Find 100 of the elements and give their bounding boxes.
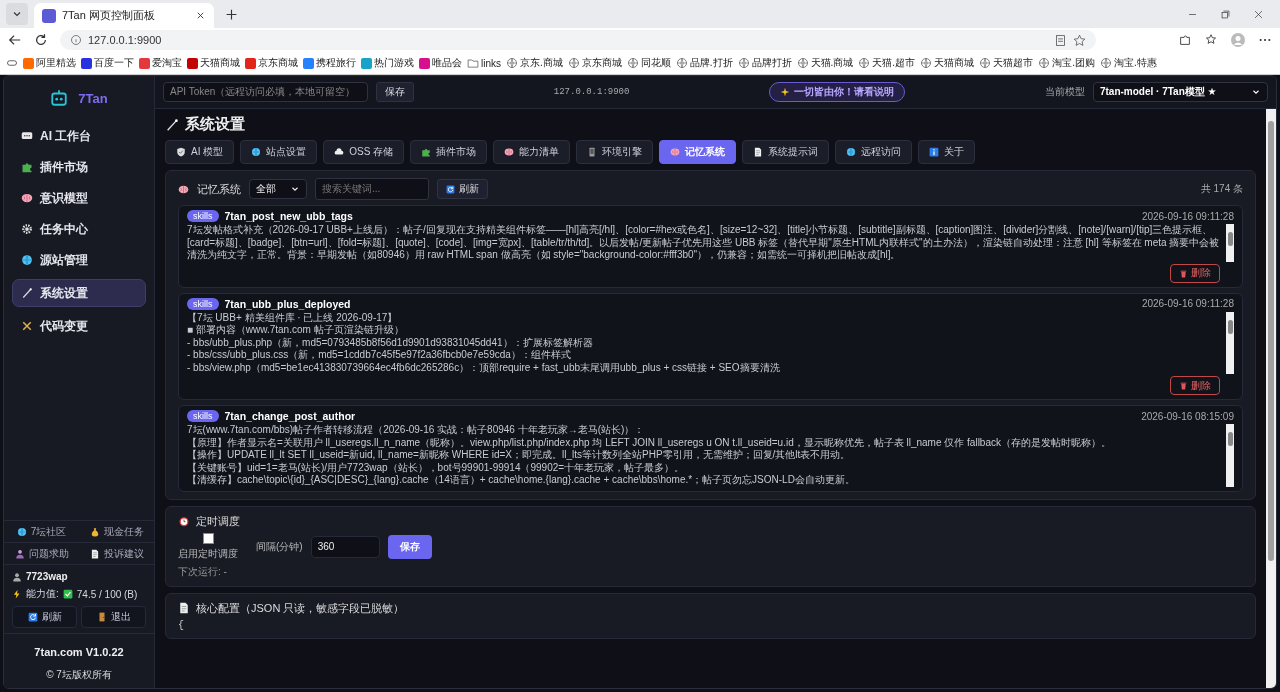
bookmark[interactable]: 京东.商城 — [506, 56, 563, 70]
sidebar-item[interactable]: 插件市场 — [12, 155, 146, 179]
sidebar-item[interactable]: AI 工作台 — [12, 124, 146, 148]
refresh-button[interactable]: 刷新 — [437, 179, 488, 199]
sidebar-button[interactable]: 退出 — [81, 606, 146, 628]
reader-icon[interactable] — [1054, 33, 1067, 47]
star-icon[interactable] — [1073, 33, 1086, 47]
bookmark[interactable]: 京东商城 — [245, 56, 298, 70]
interval-field[interactable]: 360 — [310, 535, 380, 558]
bookmark[interactable]: 天猫.商城 — [796, 56, 854, 70]
favorites-icon[interactable] — [1204, 33, 1218, 47]
bookmark[interactable]: 同花顺 — [626, 56, 671, 70]
bookmark[interactable]: 淘宝.团购 — [1038, 56, 1095, 70]
info-icon — [929, 147, 940, 157]
bookmark[interactable]: 热门游戏 — [361, 56, 414, 70]
search-field[interactable]: 搜索关键词... — [315, 178, 429, 200]
bookmark[interactable]: 天猫商城 — [187, 56, 240, 70]
new-tab-icon[interactable] — [224, 7, 238, 21]
device-icon — [587, 147, 598, 157]
token-field[interactable]: API Token（远程访问必填，本地可留空） — [163, 82, 368, 102]
bookmark[interactable]: 唯品会 — [419, 56, 462, 70]
bookmark[interactable]: 京东商城 — [567, 56, 622, 70]
settings-tab[interactable]: AI 模型 — [165, 140, 235, 164]
globe-icon — [846, 147, 857, 157]
tag-label: skills — [187, 410, 219, 422]
footer-link[interactable]: 投诉建议 — [79, 543, 154, 565]
save-button[interactable]: 保存 — [387, 534, 432, 559]
sidebar-item[interactable]: 意识模型 — [12, 186, 146, 210]
alarm-clock-icon — [178, 515, 190, 527]
close-icon[interactable] — [1253, 8, 1264, 20]
sidebar-item[interactable]: 代码变更 — [12, 314, 146, 338]
bookmark[interactable]: 品牌打折 — [737, 56, 792, 70]
settings-tab[interactable]: 远程访问 — [835, 140, 913, 164]
code-line: { — [178, 619, 185, 631]
globe-icon — [1099, 57, 1112, 69]
scrollbar[interactable] — [1226, 224, 1234, 262]
back-icon[interactable] — [8, 33, 22, 47]
sidebar-button[interactable]: 刷新 — [12, 606, 77, 628]
timestamp: 2026-09-16 09:11:28 — [1141, 298, 1234, 309]
bookmark[interactable]: 天猫超市 — [979, 56, 1034, 70]
globe-icon — [567, 57, 580, 69]
delete-button[interactable]: 删除 — [1170, 263, 1220, 283]
settings-tab[interactable]: 记忆系统 — [659, 140, 737, 164]
reload-icon[interactable] — [34, 33, 48, 47]
interval-label: 间隔(分钟) — [256, 539, 303, 554]
bookmark[interactable]: 品牌.打折 — [675, 56, 733, 70]
bookmark[interactable]: 阿里精选 — [23, 56, 76, 70]
refresh-icon — [27, 612, 38, 622]
extensions-icon[interactable] — [1178, 33, 1192, 47]
settings-tab[interactable]: OSS 存储 — [323, 140, 405, 164]
bookmark[interactable]: 淘宝.特惠 — [1099, 56, 1157, 70]
filter-dropdown[interactable]: 全部 — [249, 179, 307, 199]
version-text: 7tan.com V1.0.22 — [4, 633, 154, 668]
ability-label: 能力值: — [26, 587, 59, 601]
restore-icon[interactable] — [1220, 8, 1231, 20]
username: 7723wap — [26, 571, 68, 582]
document-icon — [89, 548, 100, 559]
scrollbar[interactable] — [1266, 109, 1276, 688]
globe-icon — [251, 147, 262, 157]
browser-tab[interactable]: 7Tan 网页控制面板 — [34, 3, 214, 28]
bookmark[interactable]: links — [467, 57, 501, 69]
delete-button[interactable]: 删除 — [1170, 376, 1220, 395]
document-icon — [178, 602, 190, 614]
footer-link[interactable]: 现金任务 — [79, 521, 154, 543]
user-icon — [12, 571, 22, 582]
memory-text: 【关键账号】uid=1=老马(站长)/用户7723wap（站长），bot号99901-99914（99902=十年老玩家，帖子最多）。 — [187, 461, 686, 474]
bookmark[interactable]: 爱淘宝 — [139, 56, 182, 70]
settings-tab[interactable]: 站点设置 — [240, 140, 318, 164]
save-button[interactable]: 保存 — [376, 82, 414, 102]
sidebar-item[interactable]: 系统设置 — [12, 279, 146, 307]
settings-tab[interactable]: 环境引擎 — [576, 140, 654, 164]
trash-icon — [1179, 381, 1188, 390]
wand-icon — [165, 117, 179, 132]
memory-text: - bbs/css/ubb_plus.css（新，md5=1cddb7c45f5e97f2a36fbcb0e7e59cda）：组件样式 — [187, 349, 572, 362]
checkbox[interactable] — [202, 532, 214, 544]
sidebar-item[interactable]: 任务中心 — [12, 217, 146, 241]
footer-link[interactable]: 7坛社区 — [4, 521, 79, 543]
globe-icon — [626, 57, 639, 69]
memory-title: 7tan_ubb_plus_deployed — [224, 297, 351, 310]
close-icon[interactable] — [195, 10, 206, 21]
bookmark[interactable]: 天猫.超市 — [858, 56, 916, 70]
settings-tab[interactable]: 能力清单 — [493, 140, 571, 164]
settings-tab[interactable]: 插件市场 — [410, 140, 488, 164]
model-dropdown[interactable]: 7tan-model · 7Tan模型 ★ — [1092, 82, 1268, 102]
bookmark[interactable]: 携程旅行 — [303, 56, 356, 70]
globe-icon — [16, 526, 27, 537]
notice-link[interactable]: 一切皆由你！请看说明 — [769, 82, 906, 102]
globe-icon — [979, 57, 992, 69]
bookmark[interactable]: 天猫商城 — [920, 56, 975, 70]
tools-icon — [21, 320, 33, 332]
bookmark[interactable]: 百度一下 — [81, 56, 134, 70]
settings-tab[interactable]: 关于 — [918, 140, 976, 164]
info-icon[interactable] — [70, 34, 82, 46]
brain-icon — [178, 183, 189, 195]
address-bar[interactable]: 127.0.0.1:9900 — [60, 30, 1096, 50]
sidebar-item[interactable]: 源站管理 — [12, 248, 146, 272]
scrollbar[interactable] — [1226, 311, 1234, 374]
settings-tab[interactable]: 系统提示词 — [742, 140, 830, 164]
footer-link[interactable]: 问题求助 — [4, 543, 79, 565]
scrollbar[interactable] — [1226, 424, 1234, 487]
